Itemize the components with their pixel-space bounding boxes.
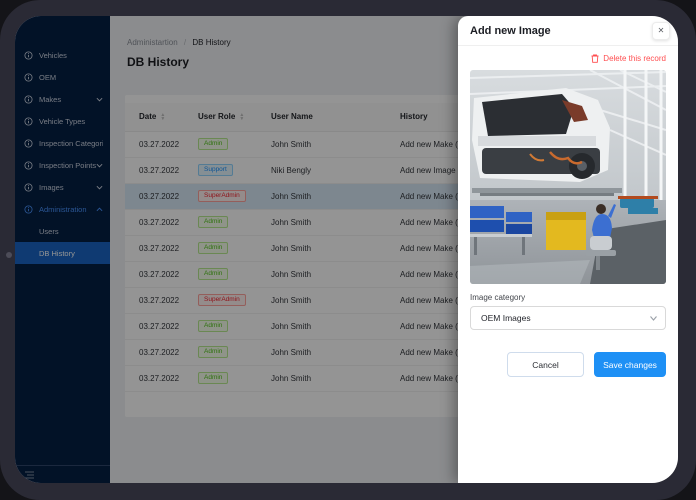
delete-record-label: Delete this record [603, 54, 666, 63]
image-category-label: Image category [470, 293, 526, 302]
add-image-drawer: Add new Image ✕ Delete this record Image… [458, 16, 678, 483]
app-screen: Vehicles OEM Makes Vehicle Types Inspection … [15, 16, 678, 483]
trash-icon [591, 54, 599, 63]
save-changes-button[interactable]: Save changes [594, 352, 666, 377]
drawer-body: Delete this record Image category OEM Im… [458, 46, 678, 377]
image-category-value: OEM Images [481, 313, 531, 323]
cancel-button[interactable]: Cancel [507, 352, 584, 377]
tablet-bezel: Vehicles OEM Makes Vehicle Types Inspection … [0, 0, 696, 500]
tablet-mockup: Vehicles OEM Makes Vehicle Types Inspection … [0, 0, 696, 500]
image-category-select[interactable]: OEM Images [470, 306, 666, 330]
delete-record-button[interactable]: Delete this record [470, 54, 666, 63]
drawer-header: Add new Image ✕ [458, 16, 678, 46]
drawer-title: Add new Image [470, 24, 551, 37]
car-assembly-line-photo [470, 70, 666, 284]
close-icon[interactable]: ✕ [652, 21, 670, 40]
camera-dot [6, 252, 12, 258]
chevron-down-icon [650, 315, 657, 321]
drawer-footer: Cancel Save changes [470, 352, 666, 377]
